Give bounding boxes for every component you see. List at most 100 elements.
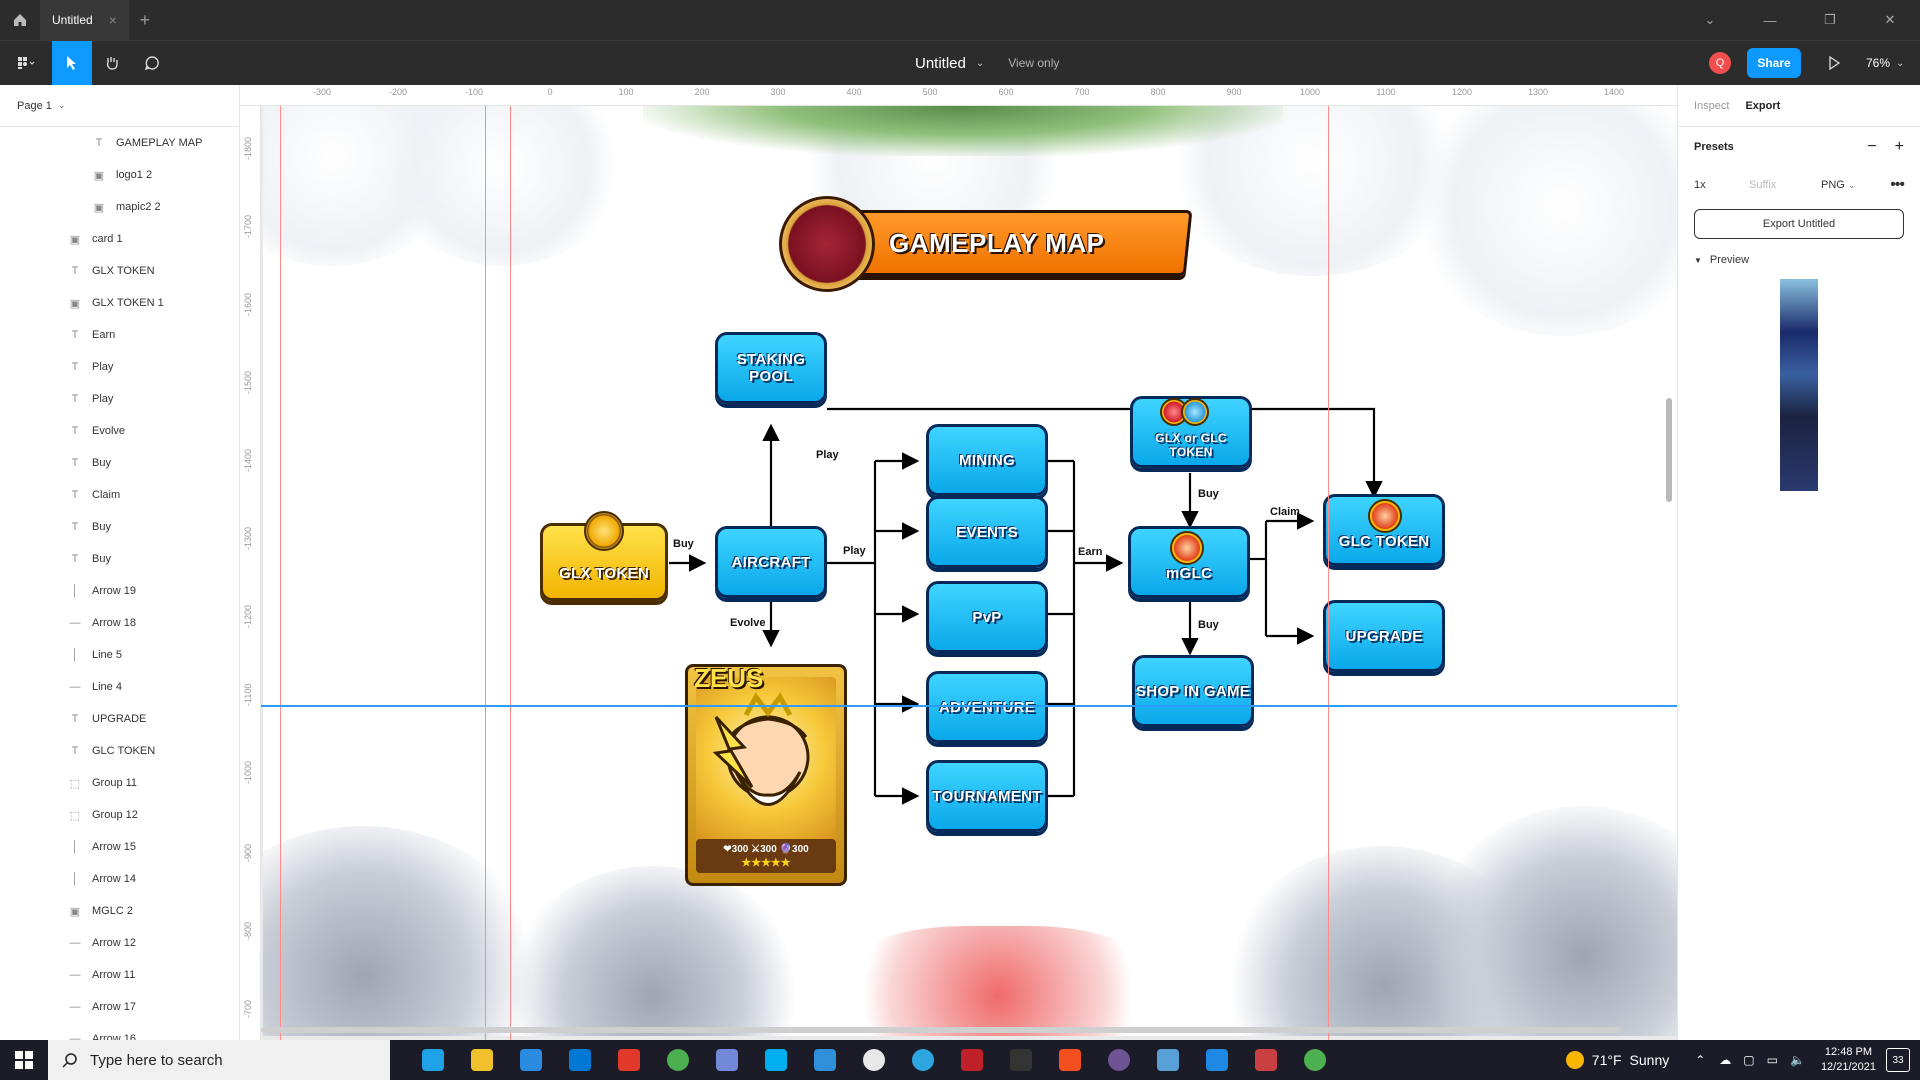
layer-item[interactable]: │ Line 5 — [0, 639, 239, 671]
zeus-illustration-icon — [712, 692, 810, 806]
layer-item[interactable]: │ Arrow 19 — [0, 575, 239, 607]
layer-item[interactable]: ▣ mapic2 2 — [0, 191, 239, 223]
meet-icon[interactable]: ▢ — [1743, 1053, 1754, 1067]
layer-item[interactable]: T Buy — [0, 543, 239, 575]
chrome-app-icon[interactable] — [653, 1040, 702, 1080]
layer-item[interactable]: T Evolve — [0, 415, 239, 447]
clock[interactable]: 12:48 PM 12/21/2021 — [1821, 1045, 1876, 1075]
suffix-input[interactable]: Suffix — [1749, 179, 1821, 191]
layer-item[interactable]: T Claim — [0, 479, 239, 511]
page-selector[interactable]: Page 1 ⌄ — [0, 85, 239, 127]
game-app-icon[interactable] — [1241, 1040, 1290, 1080]
layer-item[interactable]: T Buy — [0, 447, 239, 479]
avatar[interactable]: Q — [1709, 52, 1731, 74]
figma-app-icon[interactable] — [1045, 1040, 1094, 1080]
layer-item[interactable]: ▣ GLX TOKEN 1 — [0, 287, 239, 319]
cloud-icon[interactable]: ☁ — [1719, 1053, 1731, 1067]
layer-item[interactable]: T Buy — [0, 511, 239, 543]
present-button[interactable] — [1822, 41, 1846, 85]
paint-app-icon[interactable] — [1192, 1040, 1241, 1080]
zoom-menu[interactable]: 76% ⌄ — [1866, 41, 1904, 85]
more-options-icon[interactable]: ••• — [1890, 176, 1905, 194]
file-explorer-app-icon[interactable] — [457, 1040, 506, 1080]
taskbar-search[interactable]: Type here to search — [48, 1040, 390, 1080]
new-tab-button[interactable]: + — [129, 0, 161, 40]
remove-preset-icon[interactable]: − — [1867, 138, 1876, 156]
app-red-app-icon[interactable] — [947, 1040, 996, 1080]
weather-widget[interactable]: 71°F Sunny — [1565, 1051, 1669, 1069]
layer-item[interactable]: T GLX TOKEN — [0, 255, 239, 287]
layer-item[interactable]: T UPGRADE — [0, 703, 239, 735]
gameplay-map-frame[interactable]: GAMEPLAY MAP GLX TOKEN STAKING POOL AIRC… — [263, 106, 1677, 1036]
preview-toggle[interactable]: ▼ Preview — [1678, 245, 1920, 275]
mail-app-icon[interactable] — [555, 1040, 604, 1080]
layer-item[interactable]: ▣ logo1 2 — [0, 159, 239, 191]
file-tab[interactable]: Untitled × — [40, 0, 129, 40]
start-button[interactable] — [0, 1040, 48, 1080]
layer-item[interactable]: — Arrow 17 — [0, 991, 239, 1023]
discord-app-icon[interactable] — [702, 1040, 751, 1080]
vscode-icon — [813, 1049, 836, 1071]
layer-item[interactable]: │ Arrow 14 — [0, 863, 239, 895]
chevron-down-icon[interactable]: ⌄ — [1680, 0, 1740, 40]
move-tool[interactable] — [52, 41, 92, 85]
tab-close-icon[interactable]: × — [109, 12, 117, 28]
tab-export[interactable]: Export — [1745, 100, 1780, 112]
figma-menu-icon — [18, 57, 35, 69]
document-title[interactable]: Untitled ⌄ View only — [915, 41, 1059, 85]
edge-app-icon[interactable] — [408, 1040, 457, 1080]
canvas[interactable]: GAMEPLAY MAP GLX TOKEN STAKING POOL AIRC… — [261, 106, 1677, 1040]
vertical-scrollbar[interactable] — [1666, 398, 1672, 502]
layer-item[interactable]: T Earn — [0, 319, 239, 351]
layer-label: Buy — [92, 521, 111, 533]
format-select[interactable]: PNG ⌄ — [1821, 179, 1871, 191]
layer-item[interactable]: ⬚ Group 12 — [0, 799, 239, 831]
office-app-icon[interactable] — [604, 1040, 653, 1080]
github-app-icon[interactable] — [1094, 1040, 1143, 1080]
text-icon: T — [71, 361, 79, 373]
layer-item[interactable]: T Play — [0, 351, 239, 383]
export-button[interactable]: Export Untitled — [1694, 209, 1904, 239]
terminal-app-icon[interactable] — [996, 1040, 1045, 1080]
chrome-2-icon — [1303, 1049, 1326, 1071]
telegram-app-icon[interactable] — [898, 1040, 947, 1080]
layer-item[interactable]: T GLC TOKEN — [0, 735, 239, 767]
layer-item[interactable]: ▣ card 1 — [0, 223, 239, 255]
close-window-icon[interactable]: ✕ — [1860, 0, 1920, 40]
skype-app-icon[interactable] — [751, 1040, 800, 1080]
page-label: Page 1 — [17, 99, 52, 112]
layer-item[interactable]: ▣ MGLC 2 — [0, 895, 239, 927]
layer-item[interactable]: │ Arrow 15 — [0, 831, 239, 863]
add-preset-icon[interactable]: + — [1895, 138, 1904, 156]
horizontal-scrollbar[interactable] — [261, 1027, 1621, 1033]
network-icon[interactable]: ▭ — [1767, 1053, 1778, 1067]
chevron-up-icon[interactable]: ⌃ — [1695, 1053, 1705, 1067]
minimize-icon[interactable]: — — [1740, 0, 1800, 40]
chrome-2-app-icon[interactable] — [1290, 1040, 1339, 1080]
restore-icon[interactable]: ❐ — [1800, 0, 1860, 40]
slack-app-icon[interactable] — [849, 1040, 898, 1080]
layer-item[interactable]: — Arrow 18 — [0, 607, 239, 639]
share-button[interactable]: Share — [1747, 48, 1801, 78]
comment-tool[interactable] — [132, 41, 172, 85]
tab-inspect[interactable]: Inspect — [1694, 100, 1729, 112]
layer-item[interactable]: — Line 4 — [0, 671, 239, 703]
home-button[interactable] — [0, 0, 40, 40]
ruler-tick-label: -1400 — [243, 448, 253, 472]
hand-tool[interactable] — [92, 41, 132, 85]
photos-app-icon[interactable] — [1143, 1040, 1192, 1080]
notification-center[interactable]: 33 — [1886, 1048, 1910, 1072]
ruler-tick-label: -200 — [388, 87, 408, 97]
vscode-app-icon[interactable] — [800, 1040, 849, 1080]
scale-select[interactable]: 1x — [1694, 179, 1749, 191]
layer-item[interactable]: T GAMEPLAY MAP — [0, 127, 239, 159]
layer-item[interactable]: — Arrow 12 — [0, 927, 239, 959]
layer-item[interactable]: ⬚ Group 11 — [0, 767, 239, 799]
main-menu-button[interactable] — [8, 41, 44, 85]
layer-item[interactable]: T Play — [0, 383, 239, 415]
layer-item[interactable]: — Arrow 16 — [0, 1023, 239, 1040]
store-app-icon[interactable] — [506, 1040, 555, 1080]
volume-icon[interactable]: 🔈 — [1790, 1053, 1805, 1067]
layer-item[interactable]: — Arrow 11 — [0, 959, 239, 991]
ruler-tick-label: -1500 — [243, 370, 253, 394]
